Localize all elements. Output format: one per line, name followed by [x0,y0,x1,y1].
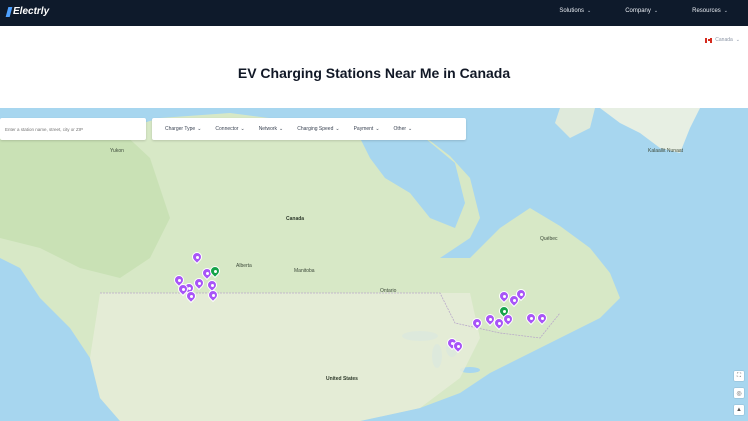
logo-mark-icon [5,6,13,17]
brand-logo[interactable]: Electrly [5,6,50,17]
land-united-states [90,293,480,421]
chevron-down-icon: ⌄ [723,8,728,14]
top-navbar: Electrly Solutions ⌄ Company ⌄ Resources… [0,0,748,26]
map-label-canada: Canada [286,216,305,222]
stations-map[interactable]: Canada Yukon Kalaallit Nunaat Alberta Ma… [0,108,748,421]
filter-charging-speed[interactable]: Charging Speed ⌄ [290,118,346,140]
land-arctic-isle [555,108,595,138]
map-label-region-nw: Yukon [110,148,124,154]
station-pin-cluster[interactable] [207,263,223,279]
filter-network[interactable]: Network ⌄ [252,118,291,140]
nav-resources-label: Resources [692,8,721,14]
nav-company-label: Company [625,8,651,14]
nav-resources[interactable]: Resources ⌄ [692,8,728,14]
station-pin[interactable] [496,288,512,304]
chevron-down-icon: ⌄ [653,8,659,14]
station-search[interactable] [0,118,146,140]
chevron-down-icon: ⌄ [240,126,245,132]
map-basemap [0,108,700,421]
filter-charger-type[interactable]: Charger Type ⌄ [158,118,208,140]
land-greenland [600,108,700,153]
chevron-down-icon: ⌄ [279,126,284,132]
station-pin[interactable] [189,249,205,265]
filter-connector[interactable]: Connector ⌄ [208,118,251,140]
filter-bar: Charger Type ⌄ Connector ⌄ Network ⌄ Cha… [0,118,466,140]
canada-flag-icon [705,37,713,43]
logo-text: Electrly [13,6,50,17]
filter-label: Other [393,126,407,132]
locate-icon[interactable]: ◎ [734,388,744,398]
chevron-down-icon: ⌄ [375,126,380,132]
station-pin[interactable] [205,287,221,303]
chevron-down-icon: ⌄ [197,126,202,132]
station-pin[interactable] [450,338,466,354]
station-pin[interactable] [175,281,191,297]
map-label-east: Québec [540,236,558,242]
country-selector[interactable]: Canada ⌄ [705,37,740,43]
main-nav: Solutions ⌄ Company ⌄ Resources ⌄ [559,8,728,14]
map-label-mid2: Manitoba [294,268,315,274]
filter-label: Charger Type [165,126,196,132]
filter-other[interactable]: Other ⌄ [387,118,420,140]
filter-label: Network [258,126,278,132]
map-label-us: United States [326,376,358,382]
filter-payment[interactable]: Payment ⌄ [347,118,387,140]
map-label-mid1: Alberta [236,263,252,269]
nav-solutions-label: Solutions [559,8,585,14]
layers-icon[interactable]: ▲ [734,405,744,415]
chevron-down-icon: ⌄ [335,126,340,132]
station-pin[interactable] [513,286,529,302]
page-title: EV Charging Stations Near Me in Canada [237,65,511,81]
map-label-mid3: Ontario [380,288,397,294]
map-label-greenland: Kalaallit Nunaat [648,148,684,154]
station-pin[interactable] [469,315,485,331]
fullscreen-icon[interactable]: ⛶ [734,371,744,381]
filter-label: Charging Speed [297,126,334,132]
search-input[interactable] [5,126,145,132]
chevron-down-icon: ⌄ [735,37,740,43]
filter-dropdowns: Charger Type ⌄ Connector ⌄ Network ⌄ Cha… [152,118,466,140]
station-pin[interactable] [523,310,539,326]
filter-label: Payment [353,126,374,132]
station-pin[interactable] [534,310,550,326]
station-pin[interactable] [500,311,516,327]
nav-solutions[interactable]: Solutions ⌄ [559,8,591,14]
country-label: Canada [715,37,733,43]
chevron-down-icon: ⌄ [408,126,413,132]
filter-label: Connector [215,126,239,132]
chevron-down-icon: ⌄ [587,8,592,14]
nav-company[interactable]: Company ⌄ [625,8,658,14]
